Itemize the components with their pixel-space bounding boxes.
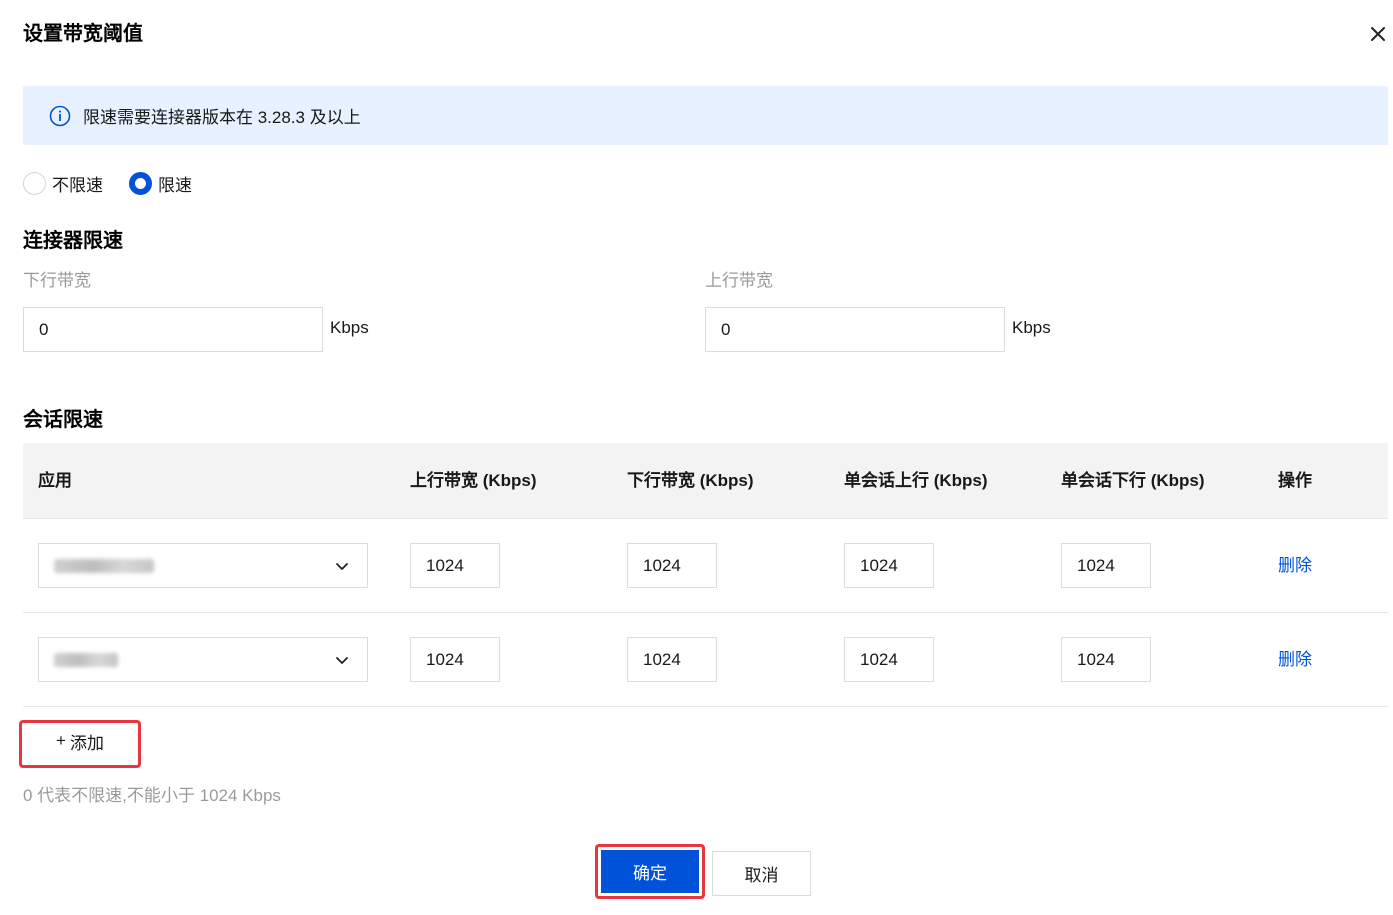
hint-text: 0 代表不限速,不能小于 1024 Kbps — [23, 786, 281, 805]
confirm-button[interactable]: 确定 — [601, 850, 699, 893]
column-header-session-up: 单会话上行 (Kbps) — [844, 471, 988, 490]
column-header-down: 下行带宽 (Kbps) — [627, 471, 754, 490]
cancel-button[interactable]: 取消 — [712, 851, 811, 896]
connector-section-title: 连接器限速 — [23, 230, 123, 252]
close-icon — [1371, 27, 1385, 41]
plus-icon: + — [56, 731, 66, 750]
downstream-label: 下行带宽 — [23, 271, 91, 290]
chevron-down-icon — [336, 563, 348, 570]
radio-circle-unchecked[interactable] — [23, 171, 46, 195]
down-bandwidth-input[interactable]: 1024 — [627, 543, 717, 588]
add-row-button[interactable]: + 添加 — [19, 720, 141, 768]
delete-link[interactable]: 删除 — [1278, 613, 1312, 707]
column-header-session-down: 单会话下行 (Kbps) — [1061, 471, 1205, 490]
downstream-unit: Kbps — [330, 318, 369, 337]
delete-link[interactable]: 删除 — [1278, 519, 1312, 613]
app-select-value-redacted — [54, 652, 118, 667]
table-row: 1024 1024 1024 1024 删除 — [23, 613, 1388, 707]
downstream-input[interactable]: 0 — [23, 307, 323, 352]
table-row: 1024 1024 1024 1024 删除 — [23, 519, 1388, 613]
info-banner: 限速需要连接器版本在 3.28.3 及以上 — [23, 86, 1388, 145]
column-header-up: 上行带宽 (Kbps) — [410, 471, 537, 490]
column-header-action: 操作 — [1278, 471, 1312, 490]
close-button[interactable] — [1366, 22, 1390, 46]
session-section-title: 会话限速 — [23, 409, 103, 431]
radio-label: 限速 — [158, 175, 192, 195]
session-down-input[interactable]: 1024 — [1061, 637, 1151, 682]
down-bandwidth-input[interactable]: 1024 — [627, 637, 717, 682]
limit-mode-radio-group: 不限速 限速 — [23, 170, 218, 196]
app-select[interactable] — [38, 637, 368, 682]
dialog-title: 设置带宽阈值 — [23, 23, 143, 45]
chevron-down-icon — [336, 657, 348, 664]
radio-no-limit[interactable]: 不限速 — [23, 171, 103, 196]
upstream-input[interactable]: 0 — [705, 307, 1005, 352]
session-up-input[interactable]: 1024 — [844, 637, 934, 682]
confirm-highlight: 确定 — [595, 844, 705, 899]
radio-label: 不限速 — [52, 175, 103, 195]
add-button-label: 添加 — [69, 733, 104, 753]
upstream-unit: Kbps — [1012, 318, 1051, 337]
session-down-input[interactable]: 1024 — [1061, 543, 1151, 588]
session-table-header: 应用 上行带宽 (Kbps) 下行带宽 (Kbps) 单会话上行 (Kbps) … — [23, 443, 1388, 519]
radio-limit[interactable]: 限速 — [129, 171, 192, 196]
app-select-value-redacted — [54, 558, 154, 573]
up-bandwidth-input[interactable]: 1024 — [410, 543, 500, 588]
upstream-label: 上行带宽 — [705, 271, 773, 290]
radio-circle-checked[interactable] — [129, 171, 152, 195]
banner-text: 限速需要连接器版本在 3.28.3 及以上 — [83, 108, 361, 127]
up-bandwidth-input[interactable]: 1024 — [410, 637, 500, 682]
session-up-input[interactable]: 1024 — [844, 543, 934, 588]
column-header-app: 应用 — [38, 471, 72, 490]
app-select[interactable] — [38, 543, 368, 588]
info-circle-icon — [49, 105, 71, 126]
